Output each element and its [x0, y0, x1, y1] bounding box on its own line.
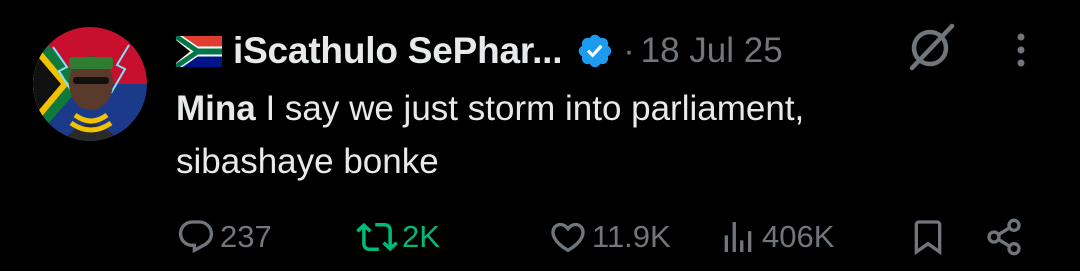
tweet-text-line-2: sibashaye bonke	[176, 142, 439, 181]
more-options-icon[interactable]	[1006, 30, 1036, 72]
author-avatar[interactable]	[33, 27, 147, 141]
share-icon	[987, 218, 1021, 256]
reply-button[interactable]: 237	[176, 212, 272, 262]
author-display-name[interactable]: iScathulo SePhar...	[233, 30, 563, 72]
repost-button[interactable]: 2K	[356, 212, 440, 262]
tweet-header: iScathulo SePhar... · 18 Jul 25	[171, 26, 783, 76]
views-button[interactable]: 406K	[718, 212, 834, 262]
repost-icon	[356, 222, 398, 252]
tweet[interactable]: iScathulo SePhar... · 18 Jul 25 Mina I s…	[0, 0, 1080, 271]
tweet-date[interactable]: 18 Jul 25	[641, 31, 783, 71]
tweet-actions-bar: 237 2K 11.9K 406K	[0, 212, 1080, 262]
reply-icon	[178, 220, 214, 254]
header-separator: ·	[623, 31, 635, 70]
verified-badge-icon[interactable]	[576, 32, 614, 70]
tweet-text-line-1: Mina I say we just storm into parliament…	[176, 82, 1036, 135]
like-count: 11.9K	[592, 219, 671, 254]
bookmark-button[interactable]	[908, 212, 948, 262]
view-count: 406K	[762, 219, 835, 254]
analytics-icon	[724, 222, 752, 252]
share-button[interactable]	[984, 212, 1024, 262]
repost-count: 2K	[402, 219, 440, 254]
tweet-text: Mina I say we just storm into parliament…	[176, 82, 1036, 188]
avatar-image	[33, 27, 147, 141]
like-button[interactable]: 11.9K	[548, 212, 671, 262]
tweet-mention[interactable]: Mina	[176, 89, 256, 128]
heart-icon	[551, 222, 585, 253]
grok-icon[interactable]	[904, 20, 958, 74]
south-africa-flag-icon	[171, 31, 222, 71]
tweet-text-line-1-rest: I say we just storm into parliament,	[255, 89, 805, 128]
reply-count: 237	[220, 219, 272, 254]
bookmark-icon	[914, 220, 942, 256]
